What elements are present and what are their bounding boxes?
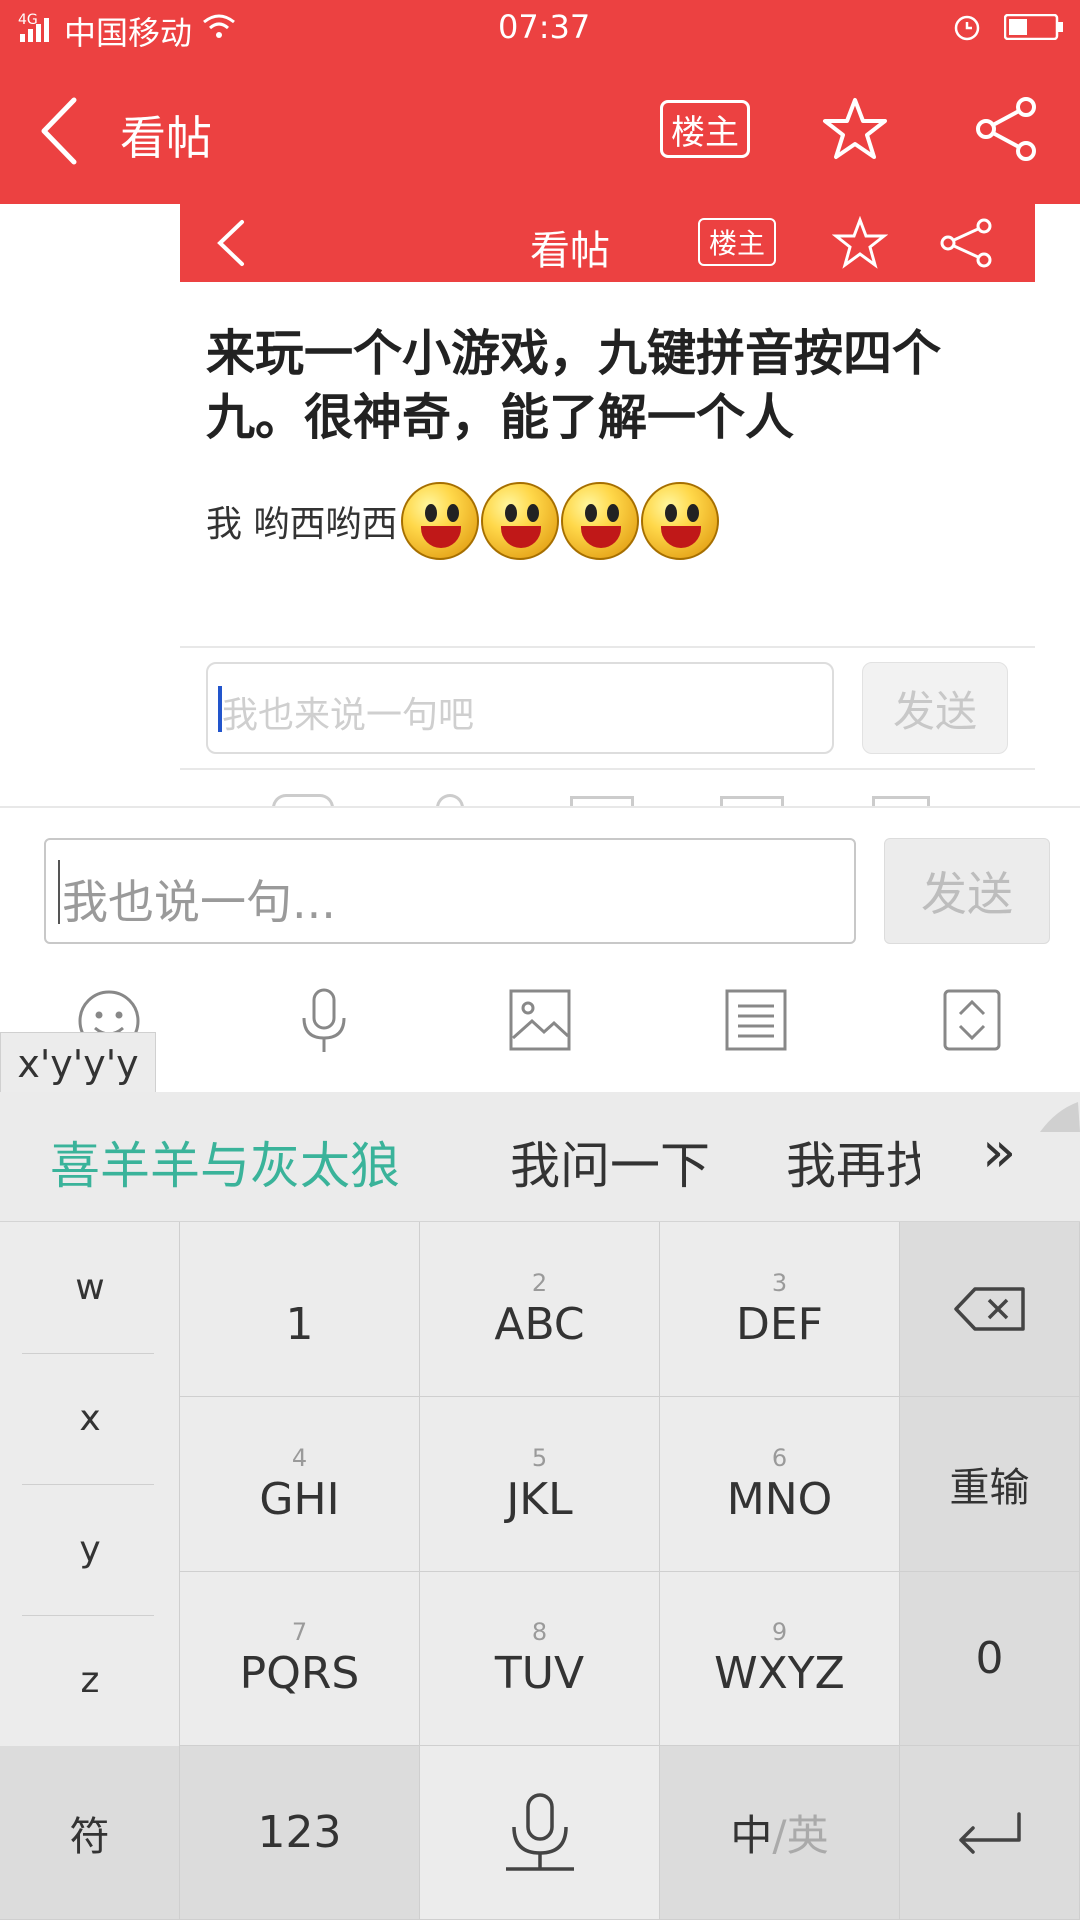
letter-key-y[interactable]: y: [0, 1484, 180, 1615]
image-icon[interactable]: [508, 988, 572, 1052]
embedded-star-icon: [832, 216, 888, 269]
divider: [180, 646, 1035, 648]
key-6-mno[interactable]: 6 MNO: [660, 1397, 900, 1572]
clock: 07:37: [498, 8, 591, 46]
grin-emoji-icon: [561, 482, 640, 560]
backspace-icon: [953, 1287, 1025, 1331]
embedded-nav-bar: 看帖 楼主: [180, 204, 1035, 282]
letter-key-x[interactable]: x: [0, 1353, 180, 1484]
symbol-key[interactable]: 符: [0, 1746, 180, 1920]
key-0[interactable]: 0: [900, 1572, 1080, 1746]
letter-key-z[interactable]: z: [0, 1615, 180, 1746]
letter-column: w x y z: [0, 1222, 180, 1746]
page-title: 看帖: [120, 111, 212, 165]
reply-area: 我也说一句... 发送: [0, 806, 1080, 1092]
voice-input-key[interactable]: [420, 1746, 660, 1920]
key-8-tuv[interactable]: 8 TUV: [420, 1572, 660, 1746]
embedded-share-icon: [940, 218, 992, 268]
numeric-key[interactable]: 123: [180, 1746, 420, 1920]
carrier-name: 中国移动: [64, 14, 193, 52]
pinyin-composition: x'y'y'y: [0, 1032, 156, 1094]
candidate-word[interactable]: 我再找: [786, 1126, 920, 1198]
divider: [180, 768, 1035, 770]
key-4-ghi[interactable]: 4 GHI: [180, 1397, 420, 1572]
post-title: 来玩一个小游戏，九键拼音按四个九。很神奇，能了解一个人: [206, 325, 942, 446]
grin-emoji-icon: [641, 482, 720, 560]
grin-emoji-icon: [481, 482, 560, 560]
wifi-icon: [203, 14, 235, 38]
microphone-icon: [505, 1792, 574, 1871]
alarm-icon: [954, 15, 980, 41]
key-9-wxyz[interactable]: 9 WXYZ: [660, 1572, 900, 1746]
app-header: 4G 中国移动 07:37 看帖 楼主: [0, 0, 1080, 204]
signal-icon: [20, 18, 49, 42]
post-body-text: 我 哟西哟西: [206, 504, 398, 545]
embedded-title: 看帖: [530, 228, 610, 274]
embedded-back-icon: [217, 220, 244, 266]
text-cursor: [58, 860, 60, 924]
key-7-pqrs[interactable]: 7 PQRS: [180, 1572, 420, 1746]
battery-icon: [1004, 14, 1063, 40]
reply-placeholder: 我也说一句...: [62, 875, 336, 929]
backspace-key[interactable]: [900, 1222, 1080, 1397]
owner-only-button[interactable]: 楼主: [660, 100, 750, 158]
star-icon[interactable]: [822, 96, 888, 162]
candidate-word[interactable]: 我问一下: [510, 1126, 710, 1198]
letter-key-w[interactable]: w: [0, 1222, 180, 1353]
embedded-comment-input: 我也来说一句吧: [206, 662, 834, 754]
embedded-owner-label: 楼主: [698, 218, 776, 266]
keyboard: 喜羊羊与灰太狼 我问一下 我再找 » w x y z 1 2 ABC 3 DEF: [0, 1092, 1080, 1920]
key-3-def[interactable]: 3 DEF: [660, 1222, 900, 1397]
candidate-bar: 喜羊羊与灰太狼 我问一下 我再找 »: [0, 1092, 1080, 1222]
share-icon[interactable]: [972, 96, 1042, 162]
expand-icon[interactable]: [942, 988, 1002, 1052]
key-2-abc[interactable]: 2 ABC: [420, 1222, 660, 1397]
embedded-input-placeholder: 我也来说一句吧: [222, 695, 475, 736]
key-5-jkl[interactable]: 5 JKL: [420, 1397, 660, 1572]
enter-icon: [958, 1811, 1021, 1854]
key-1[interactable]: 1: [180, 1222, 420, 1397]
candidate-word[interactable]: 喜羊羊与灰太狼: [50, 1126, 400, 1198]
reinput-key[interactable]: 重输: [900, 1397, 1080, 1572]
more-candidates-icon[interactable]: »: [982, 1120, 1016, 1185]
send-button[interactable]: 发送: [884, 838, 1050, 944]
grin-emoji-icon: [401, 482, 480, 560]
language-toggle-key[interactable]: 中/英: [660, 1746, 900, 1920]
embedded-send-button: 发送: [862, 662, 1008, 754]
post-body: 我 哟西哟西: [206, 476, 720, 566]
reply-input[interactable]: 我也说一句...: [44, 838, 856, 944]
ime-logo-icon: [1040, 1102, 1080, 1132]
list-icon[interactable]: [724, 988, 788, 1052]
back-icon[interactable]: [36, 96, 84, 166]
microphone-icon[interactable]: [296, 986, 352, 1056]
enter-key[interactable]: [900, 1746, 1080, 1920]
